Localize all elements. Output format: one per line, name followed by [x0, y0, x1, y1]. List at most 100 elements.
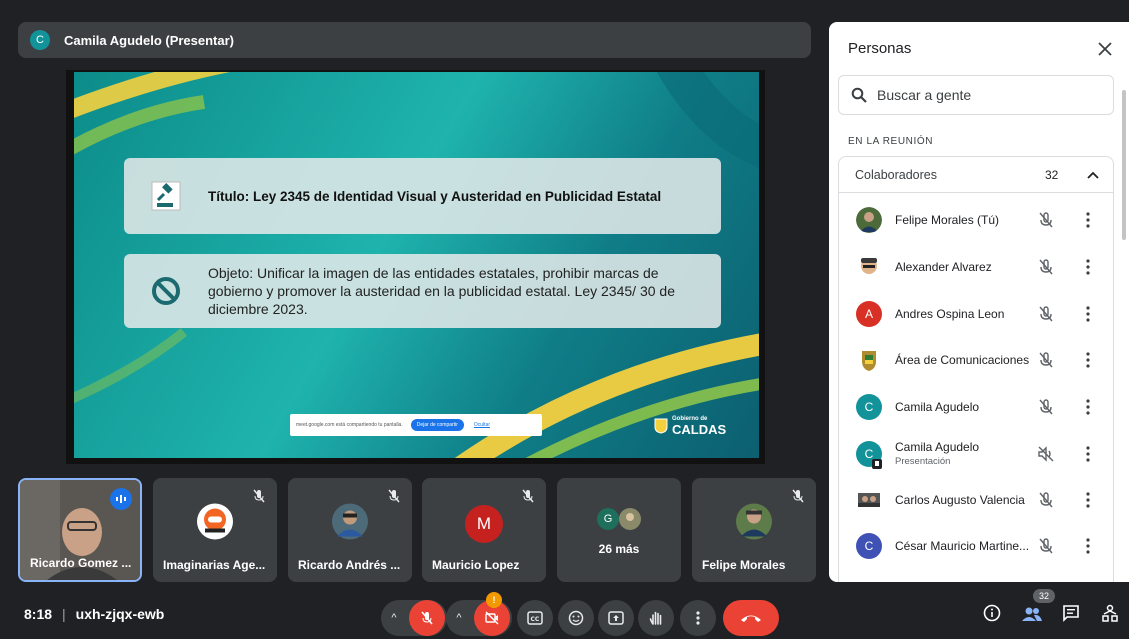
emoji-icon: [568, 610, 584, 626]
more-vert-icon[interactable]: [1085, 212, 1091, 228]
camera-control: ^ !: [446, 592, 512, 638]
mic-off-icon[interactable]: [1037, 258, 1055, 276]
person-row[interactable]: Área de Comunicaciones: [839, 337, 1115, 383]
person-row-presenting[interactable]: C Camila Agudelo Presentación: [839, 431, 1115, 477]
more-vert-icon[interactable]: [1085, 538, 1091, 554]
tile-name: Ricardo Gomez ...: [30, 556, 132, 570]
mic-off-icon[interactable]: [1037, 211, 1055, 229]
mic-toggle-button[interactable]: [409, 600, 445, 636]
people-search-input[interactable]: Buscar a gente: [838, 75, 1114, 115]
people-icon[interactable]: [1021, 606, 1043, 622]
participant-tile-ricardo-gomez[interactable]: Ricardo Gomez ...: [18, 478, 142, 582]
shared-screen: Título: Ley 2345 de Identidad Visual y A…: [66, 70, 765, 464]
group-count: 32: [1045, 168, 1059, 182]
presenter-name: Camila Agudelo (Presentar): [64, 32, 235, 48]
meeting-details-info-icon[interactable]: [983, 604, 1001, 622]
mic-off-icon: [522, 489, 534, 503]
person-name: Carlos Augusto Valencia: [895, 493, 1025, 507]
slide-title-card: Título: Ley 2345 de Identidad Visual y A…: [124, 158, 721, 234]
person-name: Alexander Alvarez: [895, 260, 992, 274]
collaborators-group: Colaboradores 32 Felipe Morales (Tú) Ale…: [838, 156, 1114, 582]
person-name: Camila Agudelo: [895, 440, 980, 454]
caldas-logo: Gobierno de CALDAS: [654, 416, 726, 436]
avatar: C: [856, 394, 882, 420]
screen-share-notice: meet.google.com está compartiendo tu pan…: [290, 414, 542, 436]
slide-body: Objeto: Unificar la imagen de las entida…: [208, 265, 675, 317]
more-vert-icon[interactable]: [1085, 492, 1091, 508]
more-vert-icon[interactable]: [1085, 259, 1091, 275]
participant-avatar: G: [597, 508, 619, 530]
close-icon[interactable]: [1096, 40, 1114, 58]
camera-off-icon: [485, 611, 499, 625]
hide-notice-link[interactable]: Ocultar: [474, 422, 490, 428]
participant-avatar: M: [465, 505, 503, 543]
gavel-icon: [148, 178, 184, 214]
participant-tile-ricardo-andres[interactable]: Ricardo Andrés ...: [288, 478, 412, 582]
collaborators-header[interactable]: Colaboradores: [839, 157, 1113, 193]
stop-sharing-button[interactable]: Dejar de compartir: [410, 419, 464, 431]
captions-button[interactable]: CC: [517, 600, 553, 636]
person-row[interactable]: C Camila Agudelo: [839, 384, 1115, 430]
participant-tile-mauricio-lopez[interactable]: M Mauricio Lopez: [422, 478, 546, 582]
mic-off-icon: [388, 489, 400, 503]
avatar: [858, 493, 880, 507]
meeting-code: uxh-zjqx-ewb: [75, 606, 165, 622]
person-name: Área de Comunicaciones: [895, 353, 1030, 367]
mic-off-icon[interactable]: [1037, 537, 1055, 555]
search-placeholder: Buscar a gente: [877, 87, 972, 103]
audio-options-chevron-icon[interactable]: ^: [381, 600, 407, 636]
more-vert-icon[interactable]: [1085, 352, 1091, 368]
notification-badge: !: [486, 592, 502, 608]
svg-text:CC: CC: [531, 616, 540, 623]
volume-off-icon[interactable]: [1037, 445, 1055, 463]
tile-name: Mauricio Lopez: [432, 558, 520, 572]
chat-icon[interactable]: [1062, 604, 1080, 622]
person-row[interactable]: Carlos Augusto Valencia: [839, 477, 1115, 523]
mic-off-icon[interactable]: [1037, 491, 1055, 509]
slide-body-card: Objeto: Unificar la imagen de las entida…: [124, 254, 721, 328]
more-count: 26 más: [598, 542, 640, 556]
mic-off-icon[interactable]: [1037, 305, 1055, 323]
person-row[interactable]: Alexander Alvarez: [839, 244, 1115, 290]
person-name: Camila Agudelo: [895, 400, 980, 414]
meeting-separator: |: [62, 606, 66, 622]
activities-icon[interactable]: [1101, 604, 1119, 622]
panel-title: Personas: [848, 40, 912, 57]
logo-big-text: CALDAS: [672, 422, 727, 437]
more-participants-tile[interactable]: G 26 más: [557, 478, 681, 582]
imaginarias-logo: [196, 503, 234, 546]
mic-off-icon[interactable]: [1037, 351, 1055, 369]
more-vert-icon: [696, 611, 700, 625]
shield-logo-icon: [654, 418, 668, 434]
more-vert-icon[interactable]: [1085, 306, 1091, 322]
participant-tile-imaginarias[interactable]: Imaginarias Age...: [153, 478, 277, 582]
person-name: César Mauricio Martine...: [895, 539, 1030, 553]
leave-call-button[interactable]: [723, 600, 779, 636]
person-row[interactable]: Felipe Morales (Tú): [839, 197, 1115, 243]
more-vert-icon[interactable]: [1085, 399, 1091, 415]
captions-icon: CC: [527, 611, 543, 625]
reactions-button[interactable]: [558, 600, 594, 636]
presenter-bar: C Camila Agudelo (Presentar): [18, 22, 811, 58]
people-count-badge: 32: [1033, 589, 1055, 603]
present-screen-icon: [608, 611, 624, 625]
video-options-chevron-icon[interactable]: ^: [446, 600, 472, 636]
group-label: Colaboradores: [855, 167, 937, 182]
presenter-avatar: C: [30, 30, 50, 50]
panel-scrollbar[interactable]: [1122, 90, 1126, 240]
person-row[interactable]: A Andres Ospina Leon: [839, 291, 1115, 337]
section-label: EN LA REUNIÓN: [848, 136, 934, 147]
participant-photo: [735, 503, 773, 546]
hang-up-icon: [741, 615, 761, 622]
present-button[interactable]: [598, 600, 634, 636]
more-options-button[interactable]: [680, 600, 716, 636]
presentation-slide: Título: Ley 2345 de Identidad Visual y A…: [74, 72, 759, 458]
participant-tile-felipe-morales[interactable]: Felipe Morales: [692, 478, 816, 582]
raise-hand-button[interactable]: [638, 600, 674, 636]
person-row[interactable]: C César Mauricio Martine...: [839, 523, 1115, 569]
chevron-up-icon[interactable]: [1085, 167, 1101, 183]
more-vert-icon[interactable]: [1085, 446, 1091, 462]
mic-off-icon: [421, 611, 433, 625]
mic-off-icon[interactable]: [1037, 398, 1055, 416]
tile-name: Ricardo Andrés ...: [298, 558, 401, 572]
